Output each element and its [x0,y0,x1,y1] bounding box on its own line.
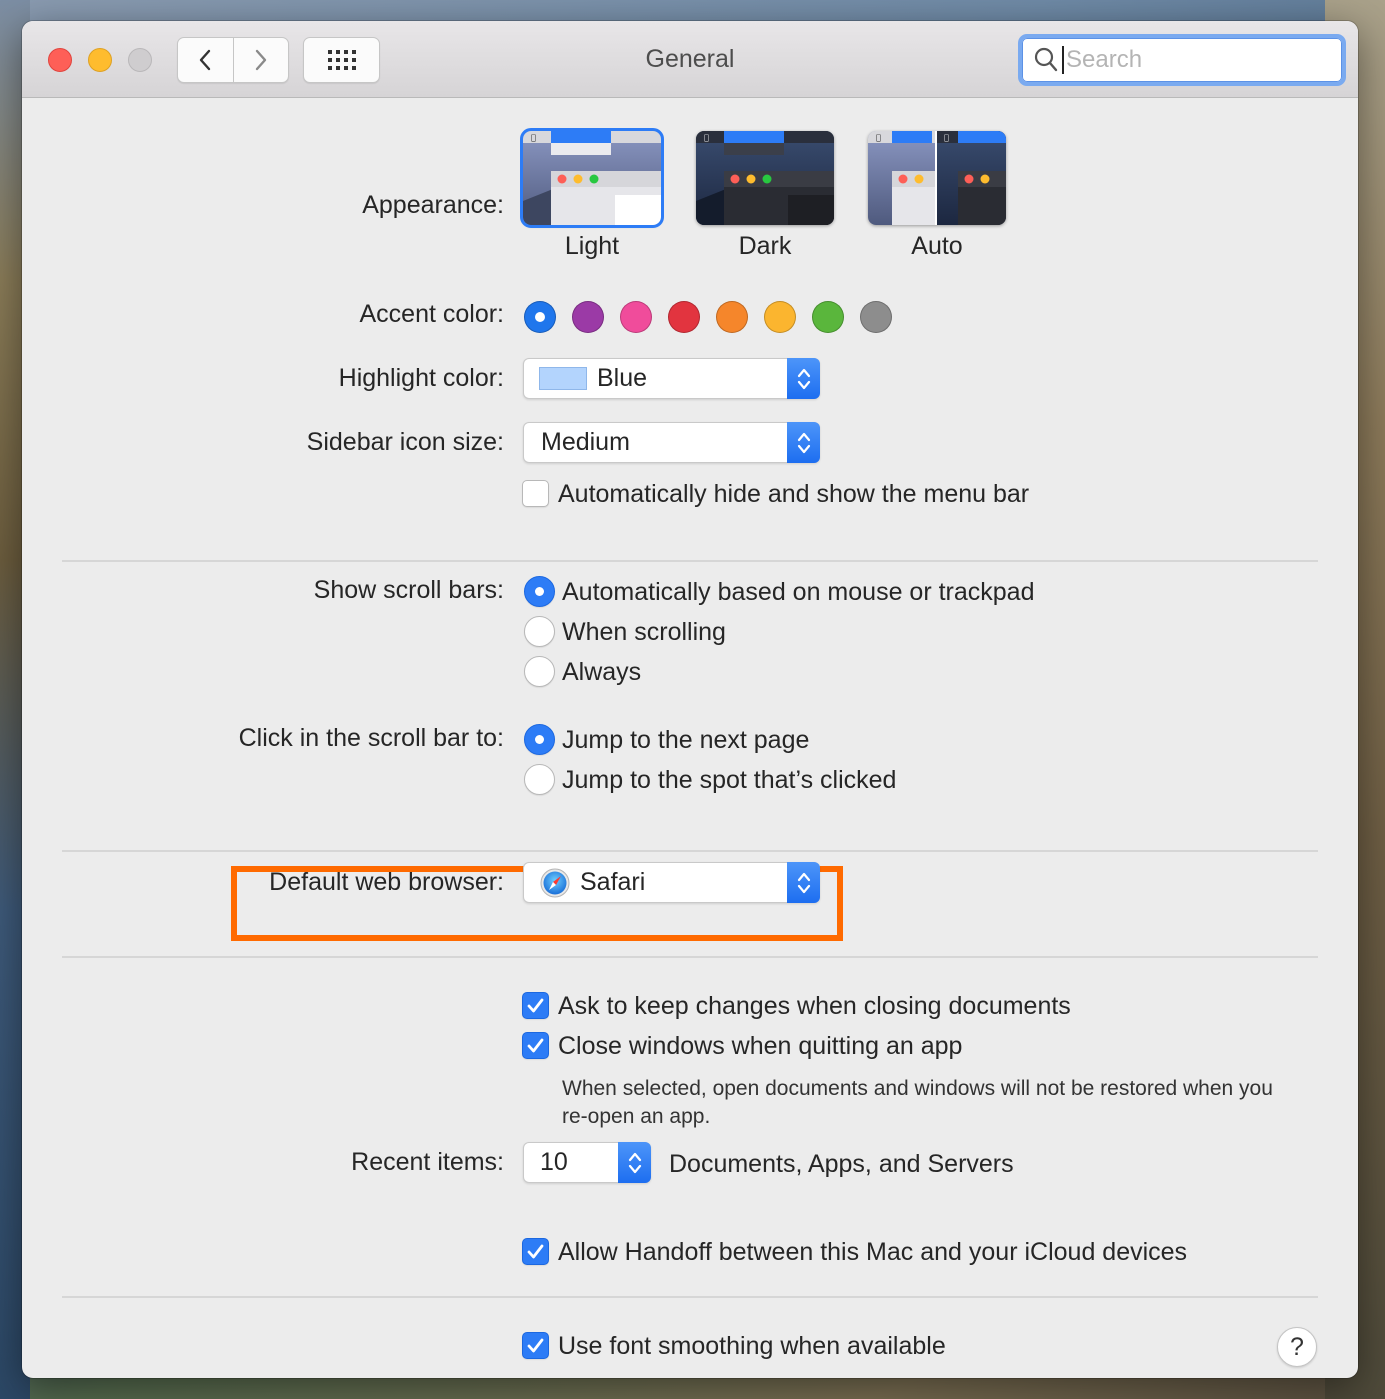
recent-items-suffix: Documents, Apps, and Servers [669,1150,1014,1178]
checkmark-icon [527,1038,544,1053]
appearance-light-option[interactable]:  [520,128,664,228]
recent-items-label: Recent items: [351,1148,504,1176]
zoom-window-button[interactable] [128,48,152,72]
scroll-click-label: Click in the scroll bar to: [238,724,504,752]
separator [62,956,1318,958]
close-windows-label: Close windows when quitting an app [558,1032,963,1060]
grid-icon [327,50,356,70]
accent-color-swatch[interactable] [572,301,604,333]
accent-color-swatch[interactable] [524,301,556,333]
chevron-right-icon [255,49,266,71]
default-browser-popup[interactable]: Safari [523,862,820,903]
scroll-click-next-page-label: Jump to the next page [562,726,810,754]
search-field[interactable] [1018,34,1346,86]
checkmark-icon [527,998,544,1013]
accent-color-swatch[interactable] [716,301,748,333]
minimize-window-button[interactable] [88,48,112,72]
window-title: General [645,45,735,73]
appearance-dark-label: Dark [738,232,792,260]
appearance-auto-option[interactable]:   [868,131,1006,225]
accent-color-label: Accent color: [359,300,504,328]
auto-appearance-preview-icon:   [868,131,1006,225]
accent-color-swatch[interactable] [812,301,844,333]
sidebar-icon-size-label: Sidebar icon size: [306,428,504,456]
handoff-label: Allow Handoff between this Mac and your … [558,1238,1188,1266]
popup-arrows-icon [618,1142,651,1183]
scroll-click-spot-radio[interactable] [524,764,555,795]
ask-keep-changes-checkbox[interactable] [522,992,549,1019]
scroll-click-spot-label: Jump to the spot that’s clicked [562,766,897,794]
menubar-autohide-checkbox[interactable] [522,480,549,507]
default-browser-label: Default web browser: [269,868,504,896]
scrollbars-always-radio[interactable] [524,656,555,687]
light-appearance-preview-icon:  [523,131,661,225]
sidebar-icon-size-value: Medium [541,428,630,456]
popup-arrows-icon [787,422,820,463]
appearance-auto-label: Auto [911,232,963,260]
dark-appearance-preview-icon:  [696,131,834,225]
safari-icon [540,868,570,897]
highlight-swatch [539,367,587,390]
svg-text::  [876,133,881,142]
appearance-light-label: Light [564,232,620,260]
svg-text::  [944,133,949,142]
preferences-window: General Appearance:  Light [22,21,1358,1378]
svg-text::  [704,133,709,142]
scrollbars-auto-label: Automatically based on mouse or trackpad [562,578,1035,606]
popup-arrows-icon [787,358,820,399]
search-input[interactable] [1062,46,1322,74]
appearance-label: Appearance: [362,191,504,219]
recent-items-popup[interactable]: 10 [523,1142,651,1183]
back-button[interactable] [178,38,233,82]
checkmark-icon [527,1244,544,1259]
handoff-checkbox[interactable] [522,1238,549,1265]
close-windows-note: When selected, open documents and window… [562,1077,1273,1128]
accent-color-swatch[interactable] [764,301,796,333]
accent-color-swatch[interactable] [860,301,892,333]
recent-items-value: 10 [540,1148,568,1176]
close-window-button[interactable] [48,48,72,72]
highlight-color-value: Blue [597,364,648,392]
highlight-color-label: Highlight color: [338,364,504,392]
scrollbars-auto-radio[interactable] [524,576,555,607]
help-button[interactable]: ? [1277,1327,1317,1367]
menubar-autohide-label: Automatically hide and show the menu bar [558,480,1030,508]
separator [62,850,1318,852]
show-all-button[interactable] [303,37,380,83]
forward-button[interactable] [232,38,289,82]
scrollbars-scrolling-label: When scrolling [562,618,726,646]
checkmark-icon [527,1338,544,1353]
popup-arrows-icon [787,862,820,903]
close-windows-checkbox[interactable] [522,1032,549,1059]
scrollbars-always-label: Always [562,658,642,686]
separator [62,1296,1318,1298]
scrollbars-scrolling-radio[interactable] [524,616,555,647]
ask-keep-changes-label: Ask to keep changes when closing documen… [558,992,1071,1020]
scroll-click-next-page-radio[interactable] [524,724,555,755]
svg-text::  [531,133,536,142]
default-browser-value: Safari [580,868,646,896]
chevron-left-icon [200,49,211,71]
accent-color-swatch[interactable] [668,301,700,333]
font-smoothing-label: Use font smoothing when available [558,1332,946,1360]
separator [62,560,1318,562]
preferences-content: Appearance:  Light [22,99,1358,1378]
sidebar-icon-size-popup[interactable]: Medium [523,422,820,463]
titlebar: General [22,21,1358,98]
accent-color-swatch[interactable] [620,301,652,333]
font-smoothing-checkbox[interactable] [522,1332,549,1359]
appearance-dark-option[interactable]:  [696,131,834,225]
search-icon [1034,47,1058,72]
highlight-color-popup[interactable]: Blue [523,358,820,399]
scroll-bars-label: Show scroll bars: [313,576,504,604]
navigation-buttons [177,37,289,83]
